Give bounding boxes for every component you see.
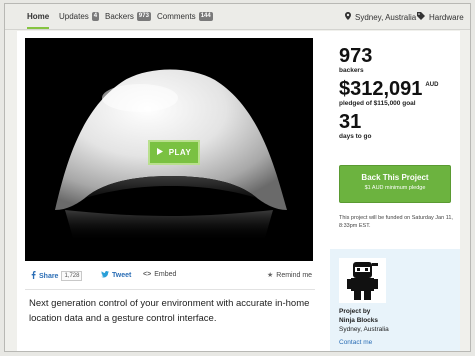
share-bar: Share 1,728 Tweet <> Embed ★ Remind me xyxy=(25,269,315,283)
tab-updates-label: Updates xyxy=(59,12,89,21)
project-video[interactable]: PLAY xyxy=(25,38,313,261)
project-location[interactable]: Sydney, Australia xyxy=(345,12,416,22)
play-label: PLAY xyxy=(168,148,192,157)
project-nav: Home Updates 4 Backers 973 Comments 144 … xyxy=(5,4,470,30)
creator-info: Project by Ninja Blocks Sydney, Australi… xyxy=(339,307,389,347)
creator-avatar[interactable] xyxy=(339,258,386,303)
embed-label: Embed xyxy=(154,271,177,278)
tab-home-label: Home xyxy=(27,12,50,21)
tab-backers-label: Backers xyxy=(105,12,134,21)
facebook-icon xyxy=(31,271,36,281)
backers-count: 973 xyxy=(339,45,373,67)
star-icon: ★ xyxy=(267,272,274,279)
pledged-row: $312,091 AUD xyxy=(339,79,459,99)
project-category[interactable]: Hardware xyxy=(417,12,464,22)
funding-deadline-note: This project will be funded on Saturday … xyxy=(339,215,453,229)
back-project-button[interactable]: Back This Project $1 AUD minimum pledge xyxy=(339,165,451,203)
project-content: PLAY Share 1,728 Tweet <> Embed ★ Remind… xyxy=(17,31,460,351)
project-by-label: Project by xyxy=(339,308,371,315)
play-button[interactable]: PLAY xyxy=(148,140,200,165)
updates-count-badge: 4 xyxy=(91,12,100,21)
tab-updates[interactable]: Updates 4 xyxy=(59,12,100,21)
creator-card: Project by Ninja Blocks Sydney, Australi… xyxy=(330,249,460,351)
days-count: 31 xyxy=(339,111,362,133)
contact-creator-link[interactable]: Contact me xyxy=(339,338,389,347)
ninja-logo-image xyxy=(339,258,386,303)
twitter-icon xyxy=(101,271,109,280)
tab-backers[interactable]: Backers 973 xyxy=(105,12,151,21)
pledged-amount: $312,091 xyxy=(339,78,423,100)
tab-home[interactable]: Home xyxy=(27,12,50,29)
map-pin-icon xyxy=(345,12,351,22)
page-frame: Home Updates 4 Backers 973 Comments 144 … xyxy=(4,3,471,352)
project-stats: 973 backers $312,091 AUD pledged of $115… xyxy=(339,46,459,140)
minimum-pledge-note: $1 AUD minimum pledge xyxy=(364,185,426,191)
share-divider xyxy=(25,289,315,290)
creator-location: Sydney, Australia xyxy=(339,326,389,333)
category-label: Hardware xyxy=(429,12,464,22)
remind-label: Remind me xyxy=(276,271,313,279)
location-label: Sydney, Australia xyxy=(355,12,417,22)
project-blurb: Next generation control of your environm… xyxy=(29,298,310,324)
pledged-currency: AUD xyxy=(425,82,439,88)
tab-comments-label: Comments xyxy=(157,12,196,21)
backers-count-badge: 973 xyxy=(136,12,151,21)
tweet-label: Tweet xyxy=(112,272,132,279)
active-tab-indicator xyxy=(27,27,50,29)
remind-me-button[interactable]: ★ Remind me xyxy=(267,271,313,280)
backers-label: backers xyxy=(339,67,364,74)
pledged-label: pledged of $115,000 goal xyxy=(339,100,416,107)
tag-icon xyxy=(417,12,425,22)
share-label: Share xyxy=(39,272,59,280)
embed-button[interactable]: <> Embed xyxy=(143,271,176,278)
share-count: 1,728 xyxy=(61,271,83,281)
back-project-title: Back This Project xyxy=(361,173,429,182)
tab-comments[interactable]: Comments 144 xyxy=(157,12,213,21)
facebook-share-button[interactable]: Share 1,728 xyxy=(31,271,83,281)
creator-name[interactable]: Ninja Blocks xyxy=(339,316,389,325)
code-icon: <> xyxy=(143,271,152,278)
comments-count-badge: 144 xyxy=(198,12,213,21)
days-label: days to go xyxy=(339,133,372,140)
play-icon xyxy=(156,148,163,157)
tweet-button[interactable]: Tweet xyxy=(101,271,131,280)
